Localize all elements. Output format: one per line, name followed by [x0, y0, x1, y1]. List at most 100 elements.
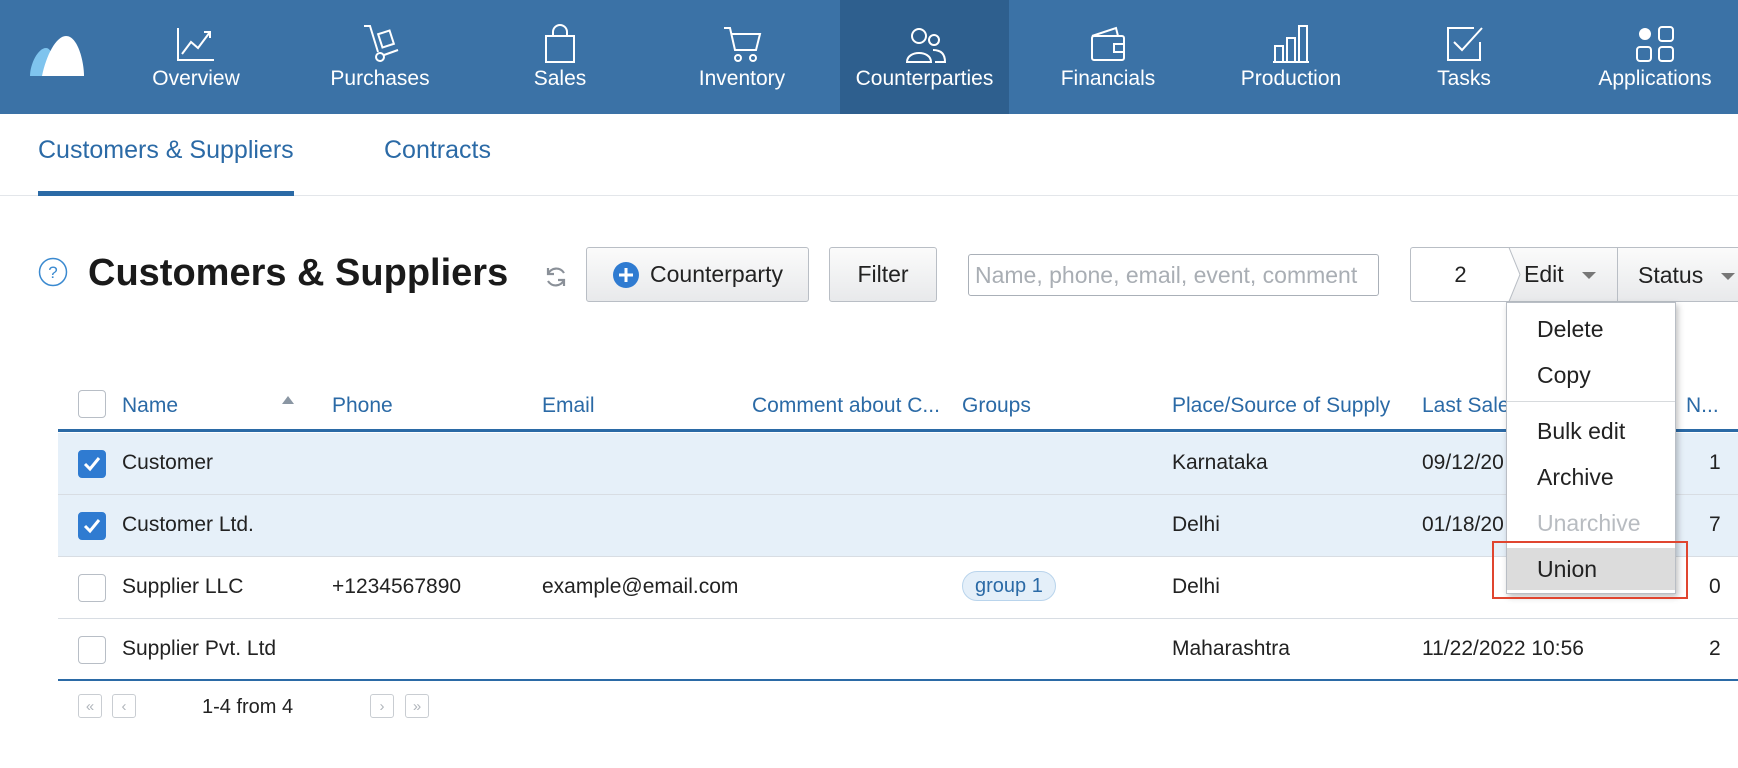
cell-place: Delhi: [1172, 575, 1220, 598]
add-counterparty-button[interactable]: Counterparty: [586, 247, 809, 302]
cell-place: Delhi: [1172, 513, 1220, 536]
chart-line-icon: [177, 28, 214, 61]
menu-item-delete[interactable]: Delete: [1507, 308, 1675, 350]
cell-place: Maharashtra: [1172, 637, 1290, 660]
nav-label: Financials: [1060, 67, 1156, 90]
column-comment[interactable]: Comment about C...: [752, 394, 940, 418]
status-dropdown-button[interactable]: Status: [1617, 247, 1738, 302]
nav-label: Purchases: [330, 67, 430, 90]
cell-n: 0: [1709, 575, 1721, 598]
row-checkbox[interactable]: [78, 512, 106, 540]
edit-dropdown-button[interactable]: Edit: [1508, 247, 1618, 302]
table-row[interactable]: Customer Ltd. Delhi 01/18/20 7: [58, 495, 1738, 557]
check-icon: [83, 457, 101, 472]
cell-place: Karnataka: [1172, 451, 1268, 474]
cell-last-sale: 09/12/20: [1422, 451, 1504, 474]
sub-navigation: Customers & Suppliers Contracts: [0, 114, 1738, 196]
cell-last-sale: 01/18/20: [1422, 513, 1504, 536]
row-checkbox[interactable]: [78, 450, 106, 478]
shopping-bag-icon: [545, 24, 575, 63]
chevron-down-icon: [1721, 273, 1735, 280]
first-page-button[interactable]: «: [78, 694, 102, 718]
edit-dropdown-menu: Delete Copy Bulk edit Archive Unarchive …: [1506, 302, 1676, 594]
cell-name[interactable]: Supplier Pvt. Ltd: [122, 637, 276, 661]
column-last-sale[interactable]: Last Sale: [1422, 394, 1510, 418]
nav-item-inventory[interactable]: Inventory: [682, 0, 802, 114]
table-header: Name Phone Email Comment about C... Grou…: [58, 380, 1738, 432]
cell-last-sale: 11/22/2022 10:56: [1422, 637, 1584, 660]
cell-n: 2: [1709, 637, 1721, 660]
nav-item-purchases[interactable]: Purchases: [310, 0, 450, 114]
plus-circle-icon: [613, 261, 640, 288]
tab-contracts[interactable]: Contracts: [384, 136, 491, 165]
hand-truck-icon: [364, 25, 399, 62]
column-email[interactable]: Email: [542, 394, 595, 418]
nav-label: Tasks: [1437, 67, 1491, 90]
nav-label: Sales: [533, 67, 587, 90]
cell-email: example@email.com: [542, 575, 739, 598]
search-input[interactable]: [968, 254, 1379, 296]
table-row[interactable]: Supplier Pvt. Ltd Maharashtra 11/22/2022…: [58, 619, 1738, 681]
selected-count: 2: [1410, 247, 1510, 302]
tab-customers-suppliers[interactable]: Customers & Suppliers: [38, 136, 294, 196]
column-n[interactable]: N...: [1686, 394, 1719, 418]
pagination-range: 1-4 from 4: [202, 696, 294, 718]
column-place-of-supply[interactable]: Place/Source of Supply: [1172, 394, 1390, 418]
select-all-checkbox[interactable]: [78, 390, 106, 418]
people-icon: [905, 28, 946, 63]
cart-icon: [724, 27, 762, 62]
menu-item-union[interactable]: Union: [1507, 548, 1675, 590]
row-checkbox[interactable]: [78, 574, 106, 602]
apps-grid-icon: [1636, 26, 1674, 62]
column-label: Name: [122, 394, 179, 417]
prev-page-button[interactable]: ‹: [112, 694, 136, 718]
nav-label: Overview: [152, 67, 240, 90]
menu-separator: [1507, 401, 1675, 402]
cell-name[interactable]: Customer Ltd.: [122, 513, 254, 537]
logo-icon[interactable]: [28, 34, 86, 78]
filter-button[interactable]: Filter: [829, 247, 937, 302]
help-icon[interactable]: ?: [38, 257, 68, 287]
nav-label: Applications: [1598, 67, 1712, 90]
nav-item-sales[interactable]: Sales: [500, 0, 620, 114]
nav-item-applications[interactable]: Applications: [1588, 0, 1722, 114]
nav-item-financials[interactable]: Financials: [1048, 0, 1168, 114]
menu-item-bulk-edit[interactable]: Bulk edit: [1507, 410, 1675, 452]
nav-label: Inventory: [698, 67, 786, 90]
refresh-icon[interactable]: [543, 264, 569, 290]
table-row[interactable]: Customer Karnataka 09/12/20 1: [58, 433, 1738, 495]
nav-label: Production: [1240, 67, 1342, 90]
add-counterparty-label: Counterparty: [650, 261, 783, 287]
next-page-button[interactable]: ›: [370, 694, 394, 718]
cell-name[interactable]: Customer: [122, 451, 213, 475]
row-checkbox[interactable]: [78, 636, 106, 664]
wallet-icon: [1091, 26, 1125, 61]
check-icon: [83, 519, 101, 534]
app-window: Overview Purchases Sales Inventory Count: [0, 0, 1738, 768]
checkbox-icon: [1447, 27, 1483, 61]
menu-item-unarchive: Unarchive: [1537, 510, 1641, 536]
column-name[interactable]: Name: [122, 394, 294, 418]
nav-item-tasks[interactable]: Tasks: [1404, 0, 1524, 114]
menu-item-copy[interactable]: Copy: [1507, 354, 1675, 396]
nav-item-overview[interactable]: Overview: [136, 0, 256, 114]
column-phone[interactable]: Phone: [332, 394, 393, 418]
group-badge: group 1: [962, 571, 1056, 601]
last-page-button[interactable]: »: [405, 694, 429, 718]
nav-label: Counterparties: [855, 67, 994, 90]
nav-item-production[interactable]: Production: [1226, 0, 1356, 114]
menu-item-archive[interactable]: Archive: [1507, 456, 1675, 498]
cell-n: 7: [1709, 513, 1721, 536]
chevron-down-icon: [1582, 272, 1596, 279]
cell-name[interactable]: Supplier LLC: [122, 575, 243, 599]
top-navigation: Overview Purchases Sales Inventory Count: [0, 0, 1738, 114]
sort-up-icon: [282, 396, 294, 404]
page-title: Customers & Suppliers: [88, 252, 509, 294]
column-groups[interactable]: Groups: [962, 394, 1031, 418]
factory-icon: [1273, 25, 1309, 63]
status-label: Status: [1638, 262, 1704, 288]
cell-phone: +1234567890: [332, 575, 462, 598]
svg-text:?: ?: [48, 263, 57, 282]
table-row[interactable]: Supplier LLC +1234567890 example@email.c…: [58, 557, 1738, 619]
nav-item-counterparties[interactable]: Counterparties: [840, 0, 1009, 114]
